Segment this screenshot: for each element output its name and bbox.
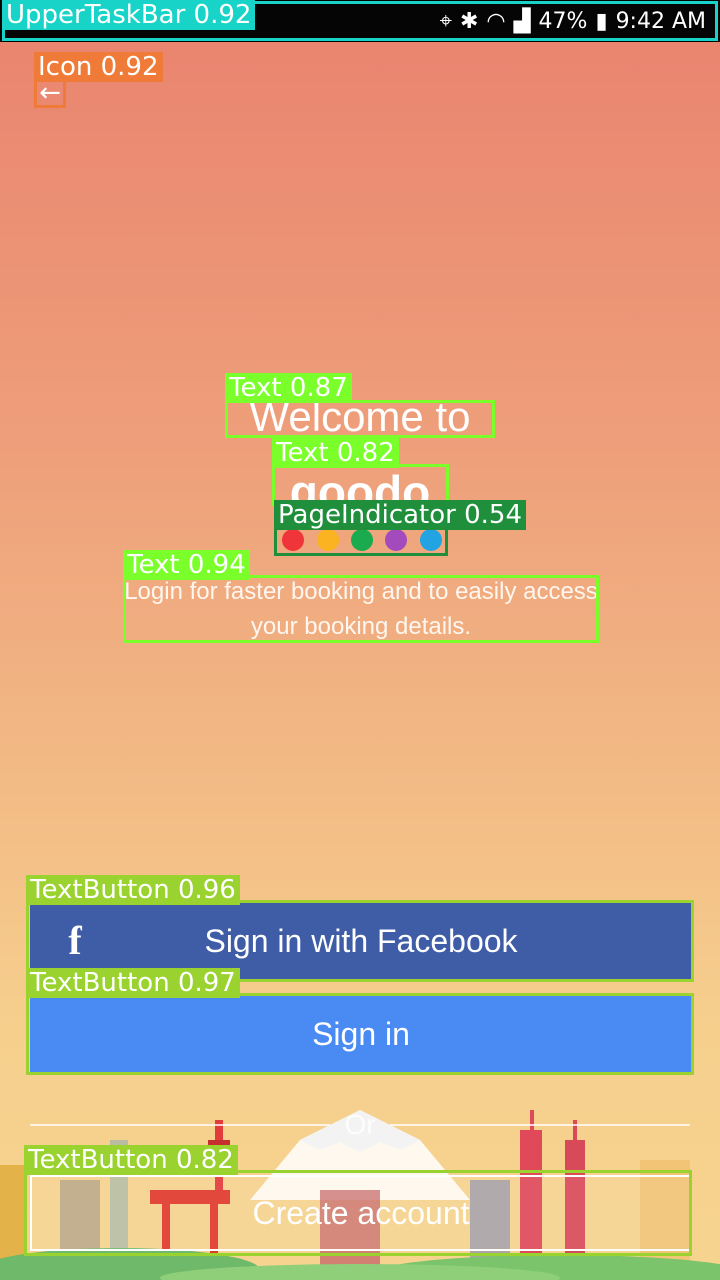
detection-box [34, 78, 66, 108]
detection-label: PageIndicator 0.54 [274, 500, 526, 530]
or-divider: Or [30, 1108, 691, 1142]
detection-box [24, 1170, 692, 1256]
detection-label: Text 0.87 [225, 373, 352, 403]
detection-box [123, 575, 599, 643]
detection-label: TextButton 0.96 [26, 875, 240, 905]
detection-label: UpperTaskBar 0.92 [2, 0, 256, 30]
detection-label: TextButton 0.82 [24, 1145, 238, 1175]
or-label: Or [344, 1109, 376, 1140]
detection-box [225, 400, 495, 438]
detection-label: Text 0.94 [123, 550, 250, 580]
divider-line-right [389, 1124, 691, 1126]
detection-label: Icon 0.92 [34, 52, 163, 82]
detection-label: Text 0.82 [272, 438, 399, 468]
detection-box [26, 993, 694, 1075]
divider-line-left [30, 1124, 331, 1126]
detection-label: TextButton 0.97 [26, 968, 240, 998]
